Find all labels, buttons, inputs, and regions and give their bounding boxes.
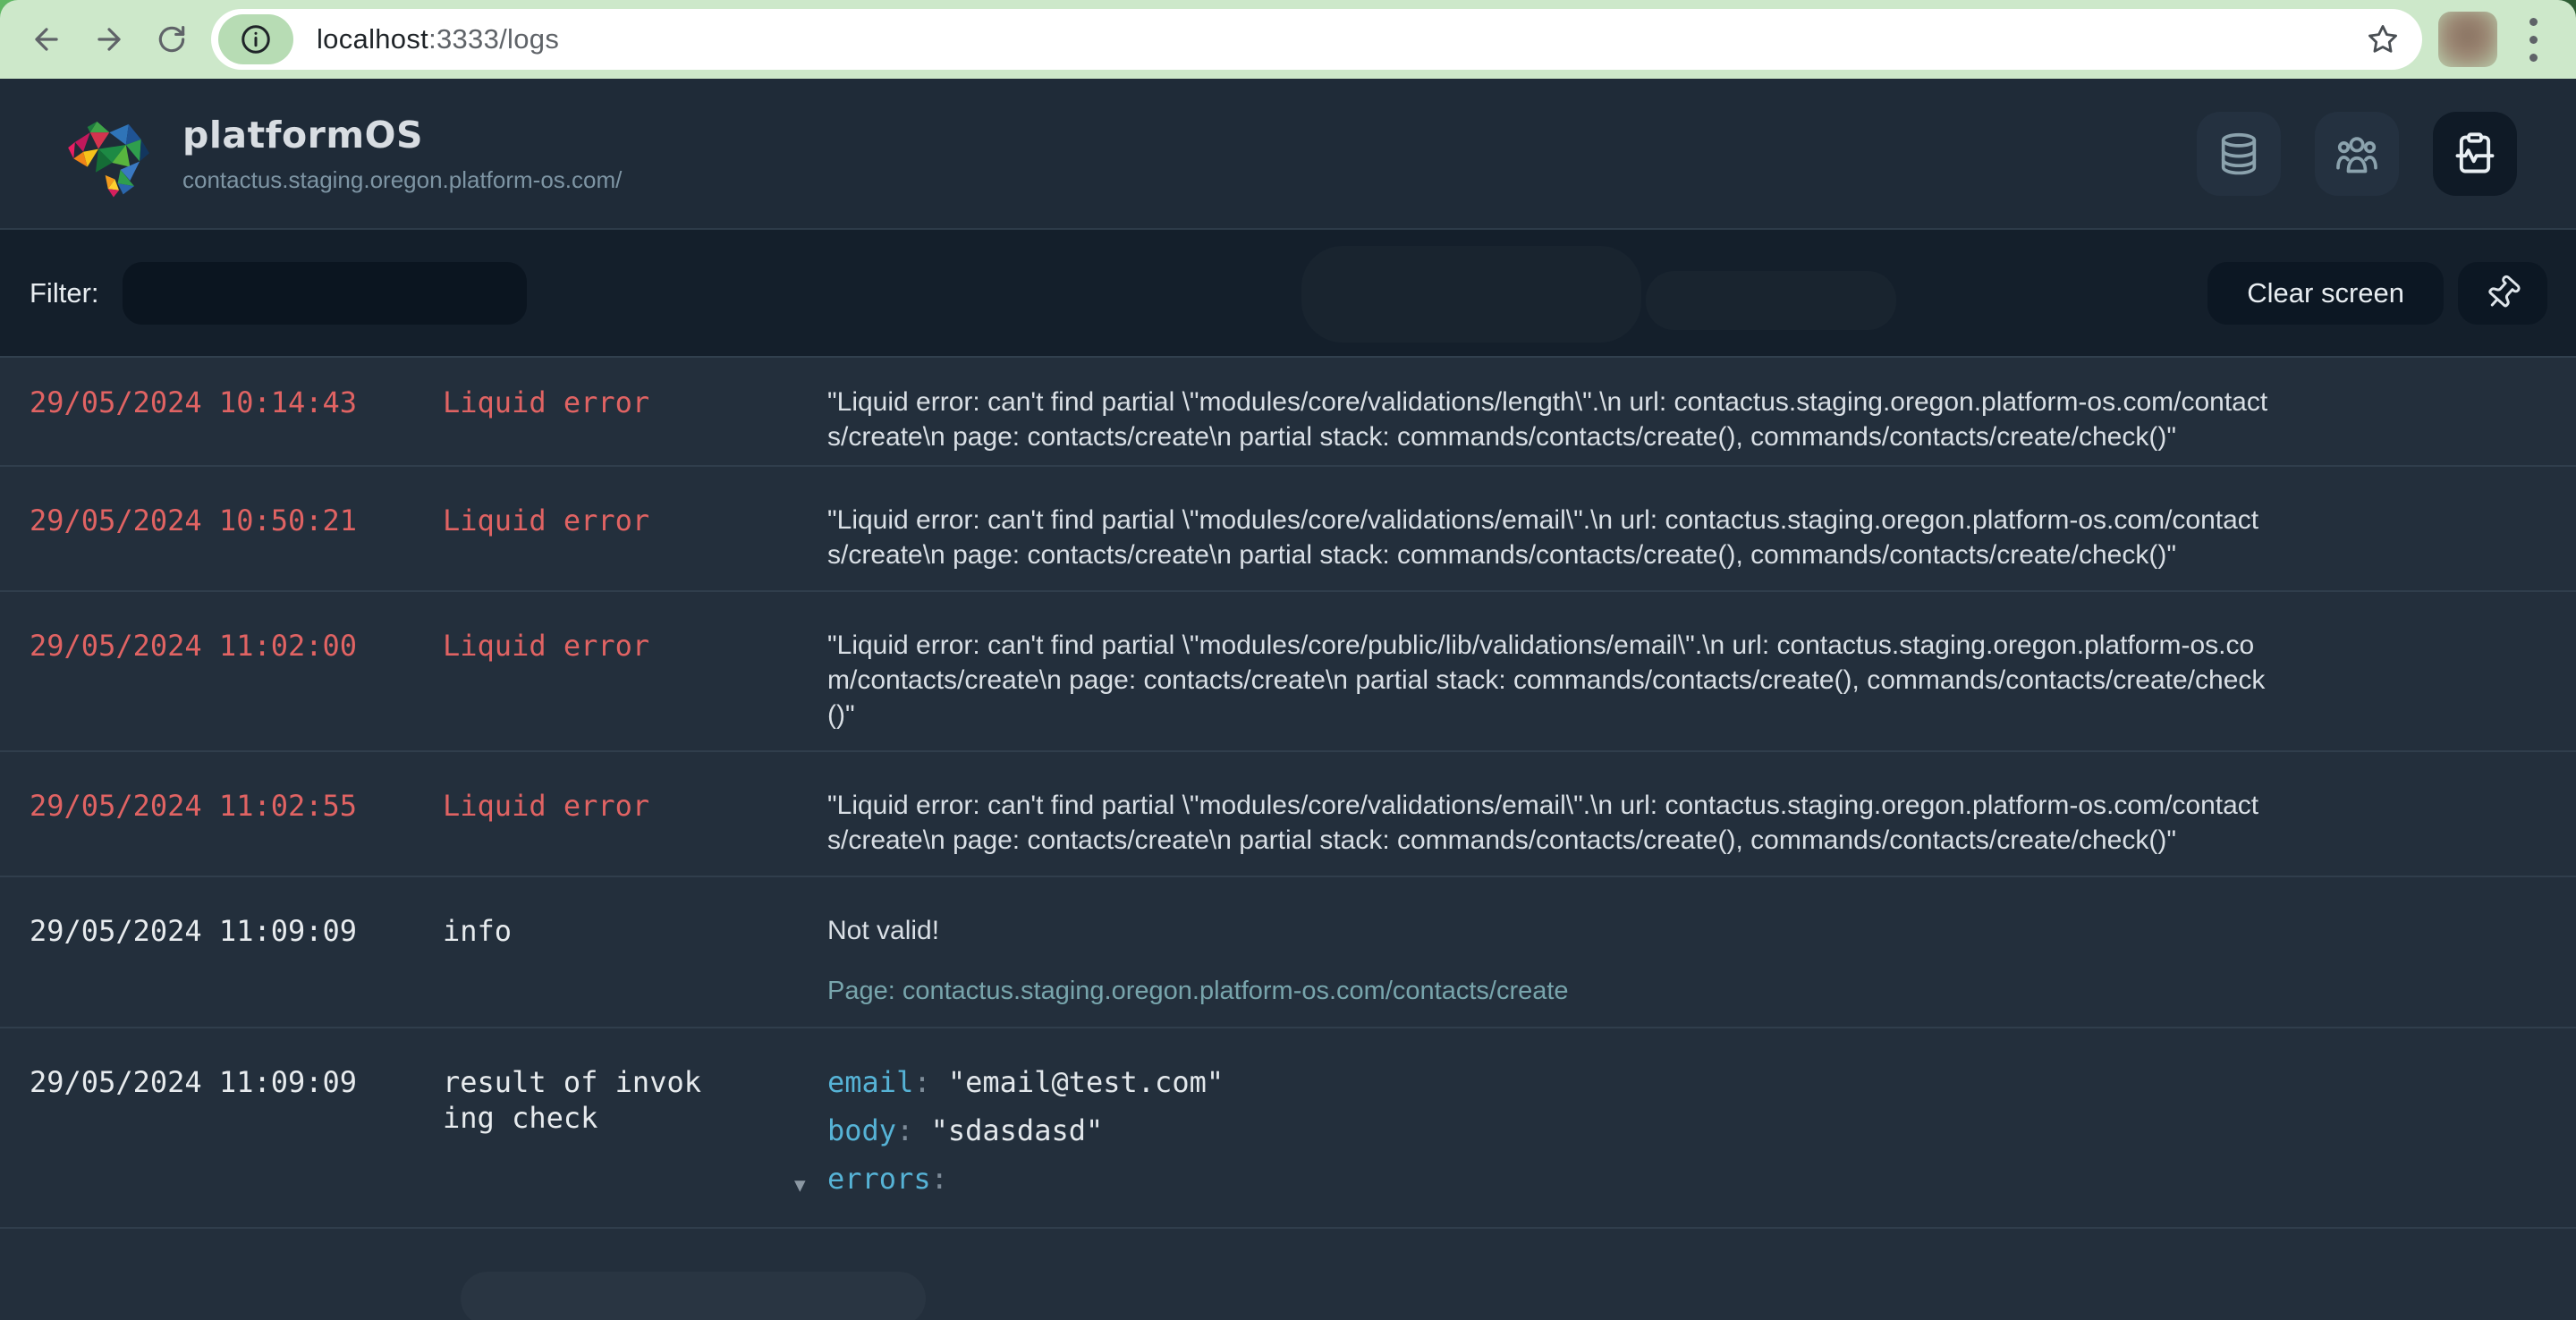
json-entry-body: body: "sdasdasd" <box>827 1113 1104 1147</box>
app-header: platformOS contactus.staging.oregon.plat… <box>0 79 2576 228</box>
log-message: "Liquid error: can't find partial \"modu… <box>827 630 2266 730</box>
log-message: Not valid! Page: contactus.staging.orego… <box>827 913 2272 1009</box>
url-host: localhost <box>317 23 429 55</box>
instance-url: contactus.staging.oregon.platform-os.com… <box>182 165 623 193</box>
filter-bar: Filter: Clear screen <box>0 228 2576 356</box>
activity-clipboard-icon <box>2455 131 2495 173</box>
log-type: result of invoking check <box>443 1065 701 1135</box>
scroll-ghost <box>1301 246 1641 343</box>
json-value: "sdasdasd" <box>930 1113 1104 1147</box>
pin-button[interactable] <box>2458 261 2547 325</box>
json-key[interactable]: errors <box>827 1162 931 1196</box>
log-timestamp: 29/05/2024 11:09:09 <box>30 914 358 948</box>
log-info-text: Not valid! <box>827 916 940 945</box>
info-icon <box>242 25 270 54</box>
log-list: 29/05/2024 10:14:43 Liquid error "Liquid… <box>0 356 2576 1320</box>
log-type: Liquid error <box>443 385 650 419</box>
log-type: Liquid error <box>443 503 650 537</box>
json-entry-email: email: "email@test.com" <box>827 1065 1224 1099</box>
url-path: :3333/logs <box>428 23 560 55</box>
log-type: Liquid error <box>443 629 650 663</box>
profile-avatar[interactable] <box>2438 12 2497 67</box>
ghost-artifact <box>461 1272 926 1320</box>
scroll-ghost <box>1646 271 1896 330</box>
json-entry-errors: ▼ errors: <box>794 1161 2272 1197</box>
clear-screen-button[interactable]: Clear screen <box>2207 261 2444 325</box>
log-row: 29/05/2024 10:50:21 Liquid error "Liquid… <box>0 467 2576 592</box>
log-json-viewer: email: "email@test.com" body: "sdasdasd"… <box>794 1064 2272 1209</box>
reload-icon <box>158 25 185 53</box>
log-row: 29/05/2024 11:02:55 Liquid error "Liquid… <box>0 752 2576 877</box>
log-timestamp: 29/05/2024 10:14:43 <box>30 385 358 419</box>
logs-button[interactable] <box>2433 111 2517 196</box>
reload-button[interactable] <box>147 14 197 64</box>
menu-dot <box>2529 17 2538 26</box>
page-link[interactable]: Page: contactus.staging.oregon.platform-… <box>827 974 2272 1009</box>
bookmark-button[interactable] <box>2363 20 2402 59</box>
json-key: email <box>827 1065 914 1099</box>
menu-dot <box>2529 53 2538 62</box>
star-icon <box>2368 25 2397 53</box>
users-button[interactable] <box>2315 111 2399 196</box>
json-key: body <box>827 1113 897 1147</box>
database-button[interactable] <box>2197 111 2281 196</box>
log-row: 29/05/2024 11:09:09 result of invoking c… <box>0 1028 2576 1229</box>
browser-toolbar: localhost:3333/logs <box>0 0 2576 79</box>
log-timestamp: 29/05/2024 11:02:55 <box>30 789 358 823</box>
url-text[interactable]: localhost:3333/logs <box>317 23 559 55</box>
log-message: "Liquid error: can't find partial \"modu… <box>827 505 2259 570</box>
back-button[interactable] <box>21 14 72 64</box>
platformos-logo <box>68 121 149 197</box>
log-row: 29/05/2024 10:14:43 Liquid error "Liquid… <box>0 358 2576 467</box>
json-value: "email@test.com" <box>947 1065 1224 1099</box>
log-timestamp: 29/05/2024 11:02:00 <box>30 629 358 663</box>
forward-arrow-icon <box>97 28 121 51</box>
app-name: platformOS <box>182 113 423 157</box>
avatar-image <box>2438 12 2497 67</box>
log-row: 29/05/2024 11:02:00 Liquid error "Liquid… <box>0 592 2576 752</box>
back-arrow-icon <box>35 28 58 51</box>
log-type: Liquid error <box>443 789 650 823</box>
log-message: "Liquid error: can't find partial \"modu… <box>827 387 2268 452</box>
log-timestamp: 29/05/2024 11:09:09 <box>30 1065 358 1099</box>
pushpin-icon <box>2488 275 2521 307</box>
address-bar[interactable]: localhost:3333/logs <box>211 9 2422 70</box>
browser-menu-button[interactable] <box>2515 14 2551 64</box>
log-type: info <box>443 914 513 948</box>
filter-label: Filter: <box>30 276 99 309</box>
log-timestamp: 29/05/2024 10:50:21 <box>30 503 358 537</box>
users-icon <box>2336 136 2377 173</box>
log-row: 29/05/2024 11:09:09 info Not valid! Page… <box>0 877 2576 1028</box>
site-info-button[interactable] <box>218 14 293 64</box>
filter-input[interactable] <box>122 261 527 325</box>
forward-button[interactable] <box>84 14 134 64</box>
collapse-triangle-icon[interactable]: ▼ <box>794 1167 806 1203</box>
log-message: "Liquid error: can't find partial \"modu… <box>827 791 2259 855</box>
database-icon <box>2221 132 2257 174</box>
menu-dot <box>2529 35 2538 44</box>
